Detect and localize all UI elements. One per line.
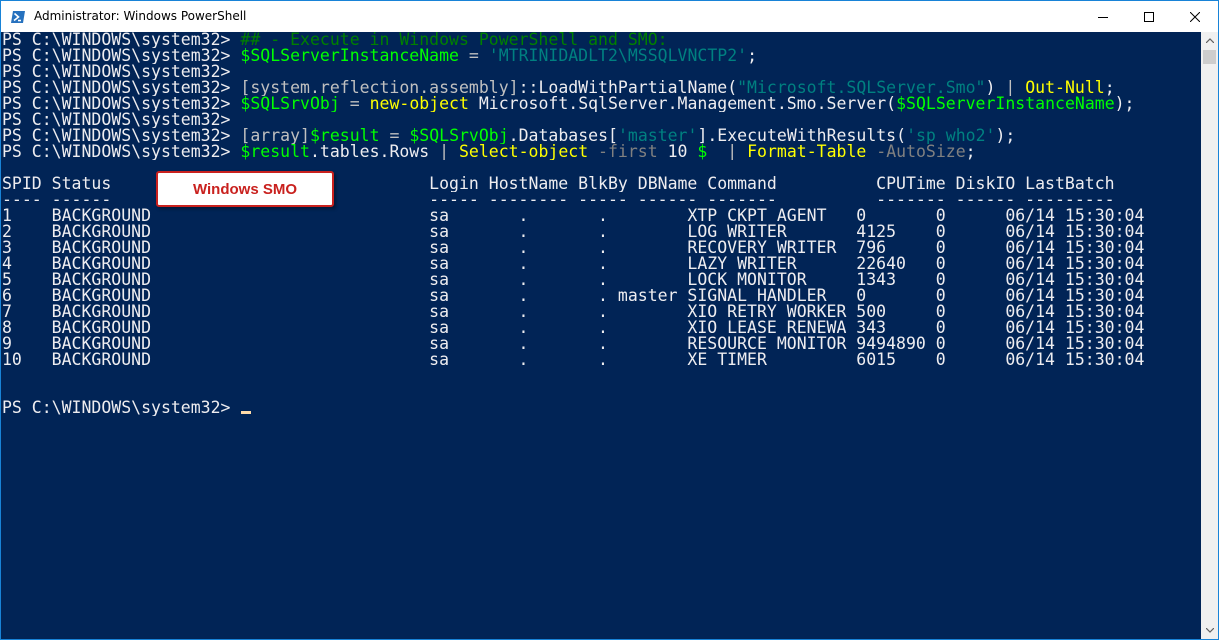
- console-token-default: );: [995, 128, 1016, 144]
- powershell-icon: [10, 9, 26, 25]
- console-token-default: ::LoadWithPartialName(: [518, 80, 738, 96]
- title-bar[interactable]: Administrator: Windows PowerShell: [1, 1, 1218, 32]
- close-icon: [1190, 11, 1200, 22]
- minimize-button[interactable]: [1080, 1, 1126, 32]
- console-token-comment: ## - Execute in Windows PowerShell and S…: [240, 32, 668, 48]
- console-token-parameter: -AutoSize: [866, 144, 966, 160]
- console-line: 6 BACKGROUND sa . . master SIGNAL HANDLE…: [2, 288, 1201, 304]
- console-token-default: Microsoft.SqlServer.Management.Smo.Serve…: [468, 96, 897, 112]
- powershell-window: Administrator: Windows PowerShell PS C:\…: [0, 0, 1219, 640]
- console-token-command: Out-Null: [1025, 80, 1105, 96]
- console-token-type: =: [379, 128, 410, 144]
- console-token-default: ;: [1104, 80, 1115, 96]
- console-line: PS C:\WINDOWS\system32> ## - Execute in …: [2, 32, 1201, 48]
- scrollbar-thumb[interactable]: [1203, 50, 1216, 64]
- console-token-default: PS C:\WINDOWS\system32>: [2, 144, 241, 160]
- console-line: PS C:\WINDOWS\system32> $SQLSrvObj = new…: [2, 96, 1201, 112]
- console-token-default: ].ExecuteWithResults(: [697, 128, 907, 144]
- console-token-default: [1015, 80, 1025, 96]
- console-token-default: ;: [965, 144, 976, 160]
- console-token-default: 10 BACKGROUND sa . . XE TIMER 6015 0 06/…: [2, 352, 1145, 368]
- console-line: PS C:\WINDOWS\system32> [array]$result =…: [2, 128, 1201, 144]
- console-token-default: PS C:\WINDOWS\system32>: [2, 32, 241, 48]
- console-line: PS C:\WINDOWS\system32> $SQLServerInstan…: [2, 48, 1201, 64]
- console-token-string: 'MTRINIDADLT2\MSSQLVNCTP2': [488, 48, 748, 64]
- console-token-default: 6 BACKGROUND sa . . master SIGNAL HANDLE…: [2, 288, 1145, 304]
- console-token-parameter: -first: [588, 144, 658, 160]
- console-token-default: 10: [657, 144, 698, 160]
- console-token-type: =: [458, 48, 489, 64]
- console-line: 1 BACKGROUND sa . . XTP_CKPT_AGENT 0 0 0…: [2, 208, 1201, 224]
- console-token-default: PS C:\WINDOWS\system32>: [2, 96, 241, 112]
- console-token-type: =: [339, 96, 370, 112]
- console-token-default: .tables.Rows: [309, 144, 440, 160]
- console-token-default: 2 BACKGROUND sa . . LOG WRITER 4125 0 06…: [2, 224, 1145, 240]
- console-line: 4 BACKGROUND sa . . LAZY WRITER 22640 0 …: [2, 256, 1201, 272]
- console-token-default: 8 BACKGROUND sa . . XIO_LEASE_RENEWA 343…: [2, 320, 1145, 336]
- close-button[interactable]: [1172, 1, 1218, 32]
- console-token-default: PS C:\WINDOWS\system32>: [2, 80, 241, 96]
- console-line: 2 BACKGROUND sa . . LOG WRITER 4125 0 06…: [2, 224, 1201, 240]
- console-line: 10 BACKGROUND sa . . XE TIMER 6015 0 06/…: [2, 352, 1201, 368]
- console-token-default: PS C:\WINDOWS\system32>: [2, 128, 241, 144]
- console-token-type: [system.reflection.assembly]: [240, 80, 519, 96]
- console-line: PS C:\WINDOWS\system32>: [2, 400, 1201, 416]
- windows-smo-callout: Windows SMO: [156, 171, 334, 207]
- console-token-variable: $SQLServerInstanceName: [896, 96, 1115, 112]
- console-token-variable: $SQLSrvObj: [409, 128, 509, 144]
- console-token-command: Select-object: [458, 144, 589, 160]
- console-token-default: 4 BACKGROUND sa . . LAZY WRITER 22640 0 …: [2, 256, 1145, 272]
- scroll-down-arrow-icon[interactable]: [1201, 622, 1218, 639]
- console-line: 9 BACKGROUND sa . . RESOURCE MONITOR 949…: [2, 336, 1201, 352]
- console-token-default: [737, 144, 747, 160]
- console-line: 5 BACKGROUND sa . . LOCK MONITOR 1343 0 …: [2, 272, 1201, 288]
- console-token-type: |: [727, 144, 738, 160]
- maximize-icon: [1144, 11, 1154, 22]
- console-token-type: [array]: [240, 128, 310, 144]
- console-token-type: |: [1005, 80, 1016, 96]
- console-token-string: 'master': [617, 128, 698, 144]
- console-token-default: 7 BACKGROUND sa . . XIO_RETRY_WORKER 500…: [2, 304, 1145, 320]
- vertical-scrollbar[interactable]: [1201, 32, 1218, 639]
- minimize-icon: [1098, 16, 1108, 18]
- console-token-variable: $_: [697, 144, 718, 160]
- console-line: PS C:\WINDOWS\system32>: [2, 112, 1201, 128]
- console-token-default: .Databases[: [508, 128, 618, 144]
- console-token-default: ;: [747, 48, 757, 64]
- console-token-variable: $SQLSrvObj: [240, 96, 340, 112]
- console-token-variable: $result: [240, 144, 310, 160]
- console-token-default: PS C:\WINDOWS\system32>: [2, 112, 231, 128]
- console-token-default: 5 BACKGROUND sa . . LOCK MONITOR 1343 0 …: [2, 272, 1145, 288]
- console-token-default: );: [1114, 96, 1135, 112]
- console-token-default: 3 BACKGROUND sa . . RECOVERY WRITER 796 …: [2, 240, 1145, 256]
- console-line: 8 BACKGROUND sa . . XIO_LEASE_RENEWA 343…: [2, 320, 1201, 336]
- console-token-default: PS C:\WINDOWS\system32>: [2, 64, 231, 80]
- console-token-variable: $result: [309, 128, 380, 144]
- console-line: 7 BACKGROUND sa . . XIO_RETRY_WORKER 500…: [2, 304, 1201, 320]
- console-token-default: [449, 144, 459, 160]
- console-line: PS C:\WINDOWS\system32> $result.tables.R…: [2, 144, 1201, 160]
- console-token-variable: $SQLServerInstanceName: [240, 48, 459, 64]
- console-token-default: 1 BACKGROUND sa . . XTP_CKPT_AGENT 0 0 0…: [2, 208, 1145, 224]
- scroll-up-arrow-icon[interactable]: [1201, 32, 1218, 49]
- text-cursor: [241, 411, 252, 414]
- console-line: PS C:\WINDOWS\system32> [system.reflecti…: [2, 80, 1201, 96]
- console-line: 3 BACKGROUND sa . . RECOVERY WRITER 796 …: [2, 240, 1201, 256]
- console-token-default: PS C:\WINDOWS\system32>: [2, 48, 241, 64]
- console-token-default: [717, 144, 727, 160]
- console-token-string: 'sp_who2': [906, 128, 996, 144]
- console-line: PS C:\WINDOWS\system32>: [2, 64, 1201, 80]
- console-token-default: 9 BACKGROUND sa . . RESOURCE MONITOR 949…: [2, 336, 1145, 352]
- console-output[interactable]: PS C:\WINDOWS\system32> ## - Execute in …: [1, 32, 1201, 639]
- console-token-command: new-object: [369, 96, 469, 112]
- maximize-button[interactable]: [1126, 1, 1172, 32]
- console-token-default: PS C:\WINDOWS\system32>: [2, 400, 241, 416]
- console-token-default: ): [985, 80, 1006, 96]
- console-token-type: |: [439, 144, 450, 160]
- console-token-string: "Microsoft.SQLServer.Smo": [737, 80, 986, 96]
- console-token-command: Format-Table: [747, 144, 867, 160]
- window-title: Administrator: Windows PowerShell: [34, 9, 247, 23]
